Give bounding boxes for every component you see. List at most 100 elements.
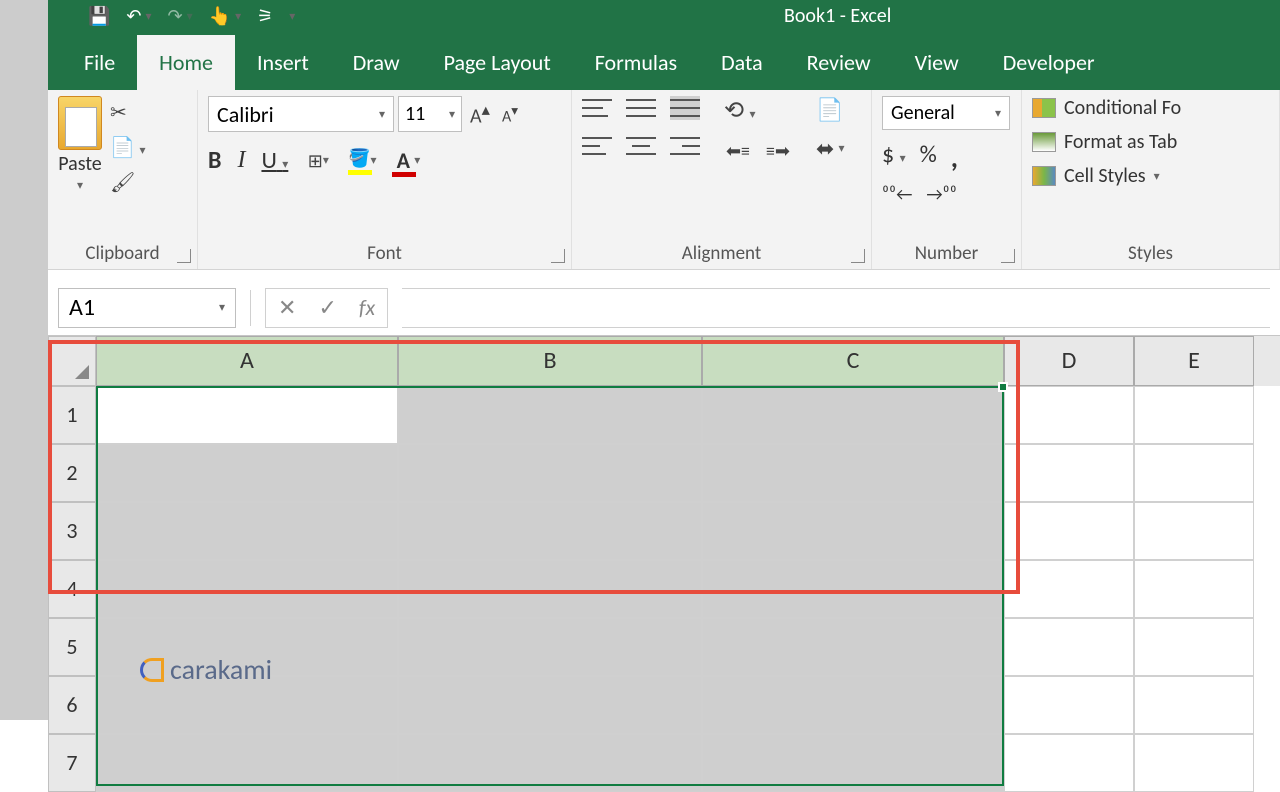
comma-format-button[interactable]: , [951, 140, 958, 175]
cell-C4[interactable] [702, 560, 1004, 618]
cell-B6[interactable] [398, 676, 702, 734]
cell-E1[interactable] [1134, 386, 1254, 444]
cell-C1[interactable] [702, 386, 1004, 444]
touch-mode-button[interactable]: 👆 ▾ [209, 5, 241, 27]
cell-B3[interactable] [398, 502, 702, 560]
format-painter-button[interactable]: 🖌 [110, 170, 145, 195]
cell-E7[interactable] [1134, 734, 1254, 792]
cell-C3[interactable] [702, 502, 1004, 560]
font-color-button[interactable]: A▾ [392, 147, 420, 175]
fill-color-button[interactable]: 🪣▾ [348, 147, 376, 175]
tab-file[interactable]: File [62, 35, 137, 90]
cell-A1[interactable] [96, 386, 398, 444]
cell-C2[interactable] [702, 444, 1004, 502]
cell-styles-button[interactable]: Cell Styles ▾ [1032, 164, 1269, 188]
number-launcher[interactable] [1001, 249, 1015, 263]
enter-button[interactable]: ✓ [318, 294, 336, 321]
cell-D4[interactable] [1004, 560, 1134, 618]
cell-D3[interactable] [1004, 502, 1134, 560]
tab-page-layout[interactable]: Page Layout [422, 35, 573, 90]
select-all-button[interactable] [48, 336, 96, 386]
insert-function-button[interactable]: fx [359, 294, 375, 321]
increase-decimal-button[interactable]: ⁰⁰← [882, 183, 912, 205]
row-header-5[interactable]: 5 [48, 618, 96, 676]
bold-button[interactable]: B [208, 146, 221, 175]
borders-button[interactable]: ⊞ ▾ [304, 147, 332, 175]
wrap-text-button[interactable]: 📄 [816, 96, 844, 123]
italic-button[interactable]: I [237, 147, 245, 174]
align-center-button[interactable] [626, 134, 656, 158]
cell-D5[interactable] [1004, 618, 1134, 676]
tab-view[interactable]: View [893, 35, 981, 90]
col-header-B[interactable]: B [398, 336, 702, 386]
font-name-select[interactable]: Calibri▾ [208, 96, 394, 132]
row-header-7[interactable]: 7 [48, 734, 96, 792]
tab-draw[interactable]: Draw [331, 35, 422, 90]
save-icon[interactable]: 💾 [88, 5, 110, 27]
increase-font-button[interactable]: A▴ [466, 100, 494, 129]
customize-qat-button[interactable]: ▾ [289, 9, 295, 24]
col-header-A[interactable]: A [96, 336, 398, 386]
formula-input[interactable] [402, 288, 1270, 328]
cell-D1[interactable] [1004, 386, 1134, 444]
tab-formulas[interactable]: Formulas [573, 35, 699, 90]
increase-indent-button[interactable]: ≡➡ [764, 137, 792, 165]
align-left-button[interactable] [582, 134, 612, 158]
alignment-launcher[interactable] [851, 249, 865, 263]
tab-review[interactable]: Review [785, 35, 893, 90]
cell-C7[interactable] [702, 734, 1004, 792]
tab-developer[interactable]: Developer [981, 35, 1117, 90]
col-header-C[interactable]: C [702, 336, 1004, 386]
undo-button[interactable]: ↶ ▾ [126, 5, 151, 27]
align-bottom-button[interactable] [670, 96, 700, 120]
row-header-2[interactable]: 2 [48, 444, 96, 502]
cell-E6[interactable] [1134, 676, 1254, 734]
merge-center-button[interactable]: ⬌ ▾ [816, 135, 844, 162]
copy-button[interactable]: 📄 ▾ [110, 135, 145, 160]
row-header-3[interactable]: 3 [48, 502, 96, 560]
clipboard-launcher[interactable] [177, 249, 191, 263]
underline-button[interactable]: U ▾ [261, 146, 288, 175]
tab-home[interactable]: Home [137, 35, 235, 90]
tree-icon[interactable]: ⚞ [257, 5, 273, 27]
cell-B5[interactable] [398, 618, 702, 676]
cell-C5[interactable] [702, 618, 1004, 676]
cell-E5[interactable] [1134, 618, 1254, 676]
cell-A7[interactable] [96, 734, 398, 792]
number-format-select[interactable]: General▾ [882, 96, 1010, 130]
name-box[interactable]: A1 ▾ [58, 288, 236, 328]
cell-E2[interactable] [1134, 444, 1254, 502]
conditional-formatting-button[interactable]: Conditional Fo [1032, 96, 1269, 120]
cell-D7[interactable] [1004, 734, 1134, 792]
decrease-decimal-button[interactable]: →⁰⁰ [926, 183, 956, 205]
cell-C6[interactable] [702, 676, 1004, 734]
decrease-font-button[interactable]: A▾ [498, 102, 522, 126]
tab-data[interactable]: Data [699, 35, 785, 90]
orientation-button[interactable]: ⟲ ▾ [724, 96, 792, 125]
cell-D6[interactable] [1004, 676, 1134, 734]
cell-A4[interactable] [96, 560, 398, 618]
cell-B2[interactable] [398, 444, 702, 502]
decrease-indent-button[interactable]: ⬅≡ [724, 137, 752, 165]
cell-B4[interactable] [398, 560, 702, 618]
row-header-6[interactable]: 6 [48, 676, 96, 734]
cut-button[interactable]: ✂ [110, 100, 145, 125]
align-right-button[interactable] [670, 134, 700, 158]
cell-E4[interactable] [1134, 560, 1254, 618]
row-header-1[interactable]: 1 [48, 386, 96, 444]
tab-insert[interactable]: Insert [235, 35, 331, 90]
font-launcher[interactable] [551, 249, 565, 263]
font-size-select[interactable]: 11▾ [398, 96, 462, 132]
percent-format-button[interactable]: % [920, 140, 937, 175]
format-as-table-button[interactable]: Format as Tab [1032, 130, 1269, 154]
cell-E3[interactable] [1134, 502, 1254, 560]
accounting-format-button[interactable]: $ ▾ [882, 140, 906, 175]
redo-button[interactable]: ↷ ▾ [168, 5, 193, 27]
cell-A2[interactable] [96, 444, 398, 502]
row-header-4[interactable]: 4 [48, 560, 96, 618]
selection-handle[interactable] [998, 382, 1008, 392]
cell-B7[interactable] [398, 734, 702, 792]
col-header-D[interactable]: D [1004, 336, 1134, 386]
paste-button[interactable]: Paste ▾ [58, 96, 102, 193]
cell-A3[interactable] [96, 502, 398, 560]
